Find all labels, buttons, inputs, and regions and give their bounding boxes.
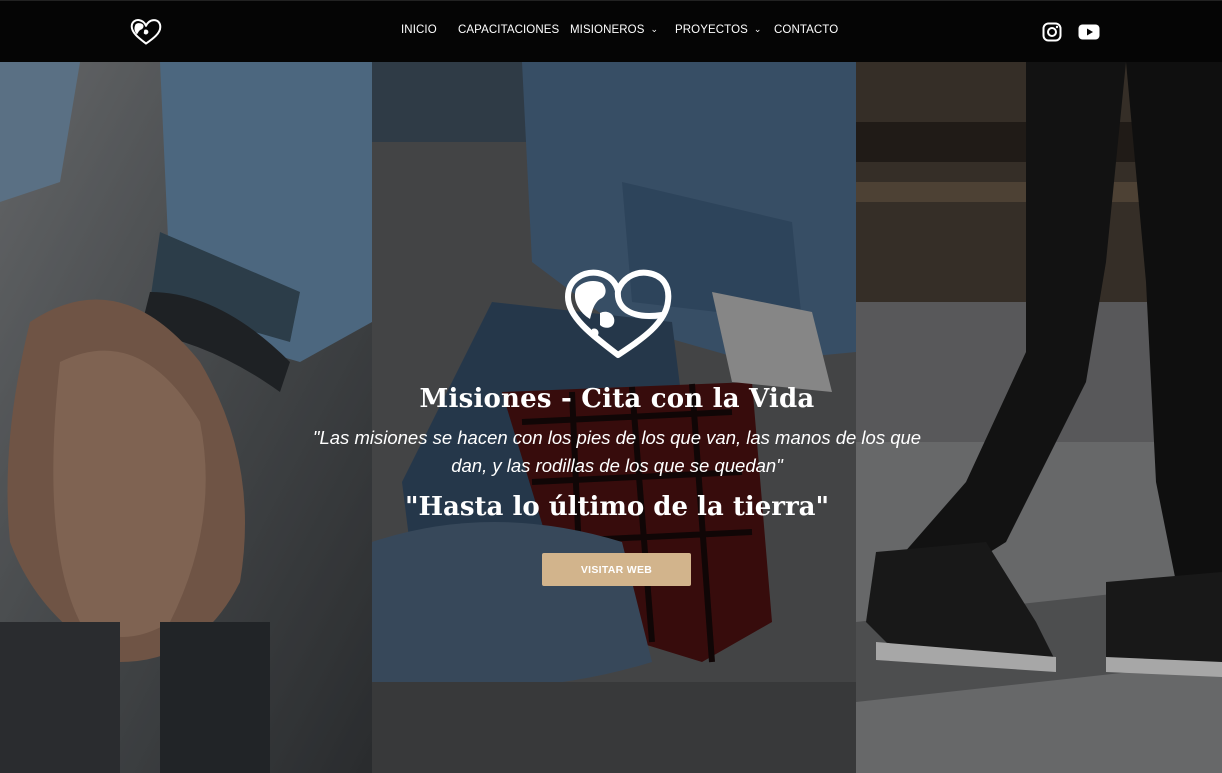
hero-image-overlay [856, 62, 1222, 773]
nav-item-inicio[interactable]: INICIO [401, 24, 437, 36]
instagram-icon[interactable] [1042, 22, 1062, 42]
hero-title: Misiones - Cita con la Vida [419, 384, 815, 414]
heart-globe-icon [565, 269, 672, 358]
top-navbar: INICIO CAPACITACIONES MISIONEROS ⌄ PROYEC… [0, 0, 1222, 62]
nav-item-misioneros[interactable]: MISIONEROS ⌄ [570, 24, 658, 36]
chevron-down-icon: ⌄ [650, 24, 659, 34]
hero-image-hands [0, 62, 372, 773]
hero-image-walking [856, 62, 1222, 773]
hero-image-overlay [372, 62, 856, 773]
nav-item-label: PROYECTOS [675, 24, 748, 36]
nav-item-label: CONTACTO [774, 24, 839, 36]
hero-image-kneeling [372, 62, 856, 773]
nav-item-proyectos[interactable]: PROYECTOS ⌄ [675, 24, 762, 36]
chevron-down-icon: ⌄ [753, 24, 762, 34]
hero-subtitle: "Hasta lo último de la tierra" [404, 492, 830, 522]
hero-quote: "Las misiones se hacen con los pies de l… [312, 427, 922, 476]
hero-image-overlay [0, 62, 372, 773]
visit-web-button[interactable]: VISITAR WEB [542, 553, 691, 586]
nav-item-capacitaciones[interactable]: CAPACITACIONES [458, 24, 559, 36]
nav-item-label: INICIO [401, 24, 437, 36]
main-menu: INICIO CAPACITACIONES MISIONEROS ⌄ PROYEC… [0, 1, 1222, 63]
nav-item-label: CAPACITACIONES [458, 24, 560, 36]
youtube-icon[interactable] [1078, 22, 1100, 42]
hero-section: Misiones - Cita con la Vida "Las misione… [0, 62, 1222, 773]
nav-item-label: MISIONEROS [570, 24, 645, 36]
nav-item-contacto[interactable]: CONTACTO [774, 24, 838, 36]
